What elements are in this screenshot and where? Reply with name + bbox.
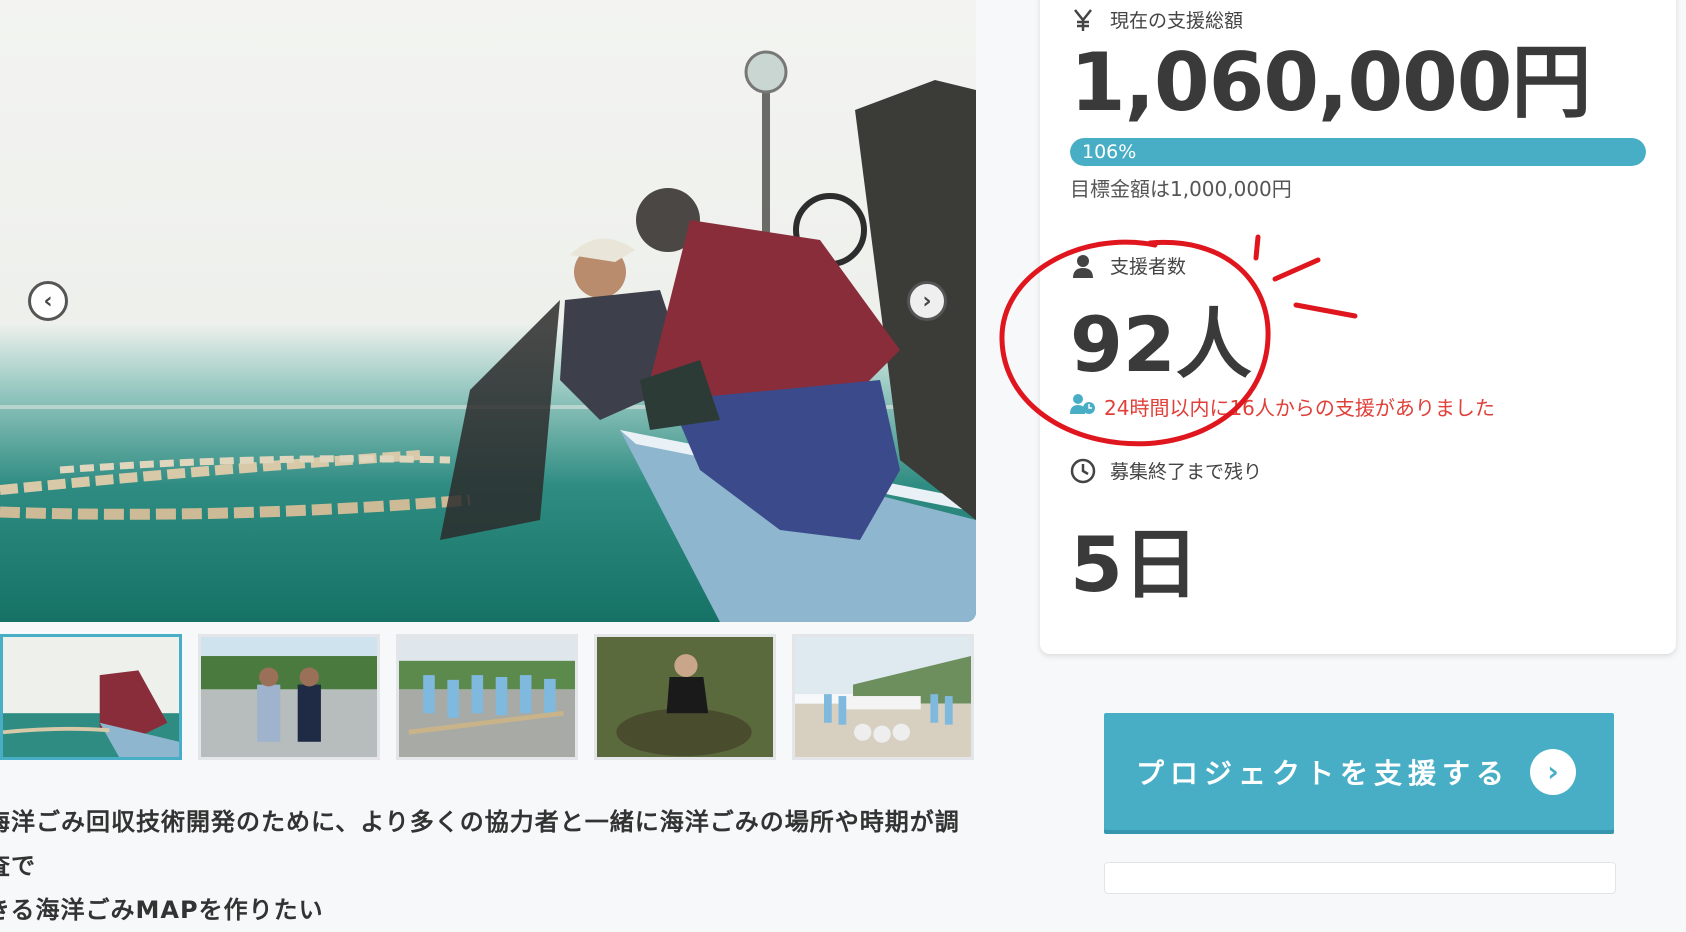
gallery-thumbnails xyxy=(0,634,976,762)
funding-progress-text: 106% xyxy=(1082,141,1137,163)
thumbnail-4[interactable] xyxy=(594,634,776,760)
support-project-label: プロジェクトを支援する xyxy=(1136,756,1511,790)
gallery-prev-button[interactable]: ‹ xyxy=(28,281,68,321)
thumbnail-image xyxy=(201,637,377,757)
support-project-button[interactable]: プロジェクトを支援する › xyxy=(1104,713,1614,830)
chevron-right-circle-icon: › xyxy=(1530,748,1576,795)
total-amount-label-row: 現在の支援総額 xyxy=(1070,6,1243,33)
thumbnail-3[interactable] xyxy=(396,634,578,760)
remaining-days-value: 5日 xyxy=(1070,520,1199,609)
thumbnail-image xyxy=(3,637,179,757)
thumbnail-1[interactable] xyxy=(0,634,182,760)
thumbnail-image xyxy=(399,637,575,757)
thumbnail-image xyxy=(597,637,773,757)
yen-icon xyxy=(1070,7,1096,33)
chevron-right-icon: › xyxy=(922,288,932,314)
project-title-line-1: 海洋ごみ回収技術開発のために、より多くの協力者と一緒に海洋ごみの場所や時期が調査… xyxy=(0,808,960,880)
gallery-next-button[interactable]: › xyxy=(907,281,947,321)
project-title: 海洋ごみ回収技術開発のために、より多くの協力者と一緒に海洋ごみの場所や時期が調査… xyxy=(0,800,976,932)
main-project-photo: ‹ › xyxy=(0,0,976,622)
thumbnail-5[interactable] xyxy=(792,634,974,760)
goal-amount-text: 目標金額は1,000,000円 xyxy=(1070,177,1292,201)
project-title-line-2: きる海洋ごみMAPを作りたい xyxy=(0,896,324,924)
red-annotation-circle xyxy=(999,234,1358,447)
photo-fishermen-boat xyxy=(0,50,976,622)
chevron-left-icon: ‹ xyxy=(43,288,53,314)
thumbnail-2[interactable] xyxy=(198,634,380,760)
thumbnail-image xyxy=(795,637,971,757)
next-card-peek xyxy=(1104,862,1616,894)
funding-progress-fill: 106% xyxy=(1070,138,1646,166)
total-amount-value: 1,060,000円 xyxy=(1070,36,1591,129)
funding-progress-bar: 106% xyxy=(1070,138,1646,166)
total-amount-label: 現在の支援総額 xyxy=(1110,10,1244,32)
